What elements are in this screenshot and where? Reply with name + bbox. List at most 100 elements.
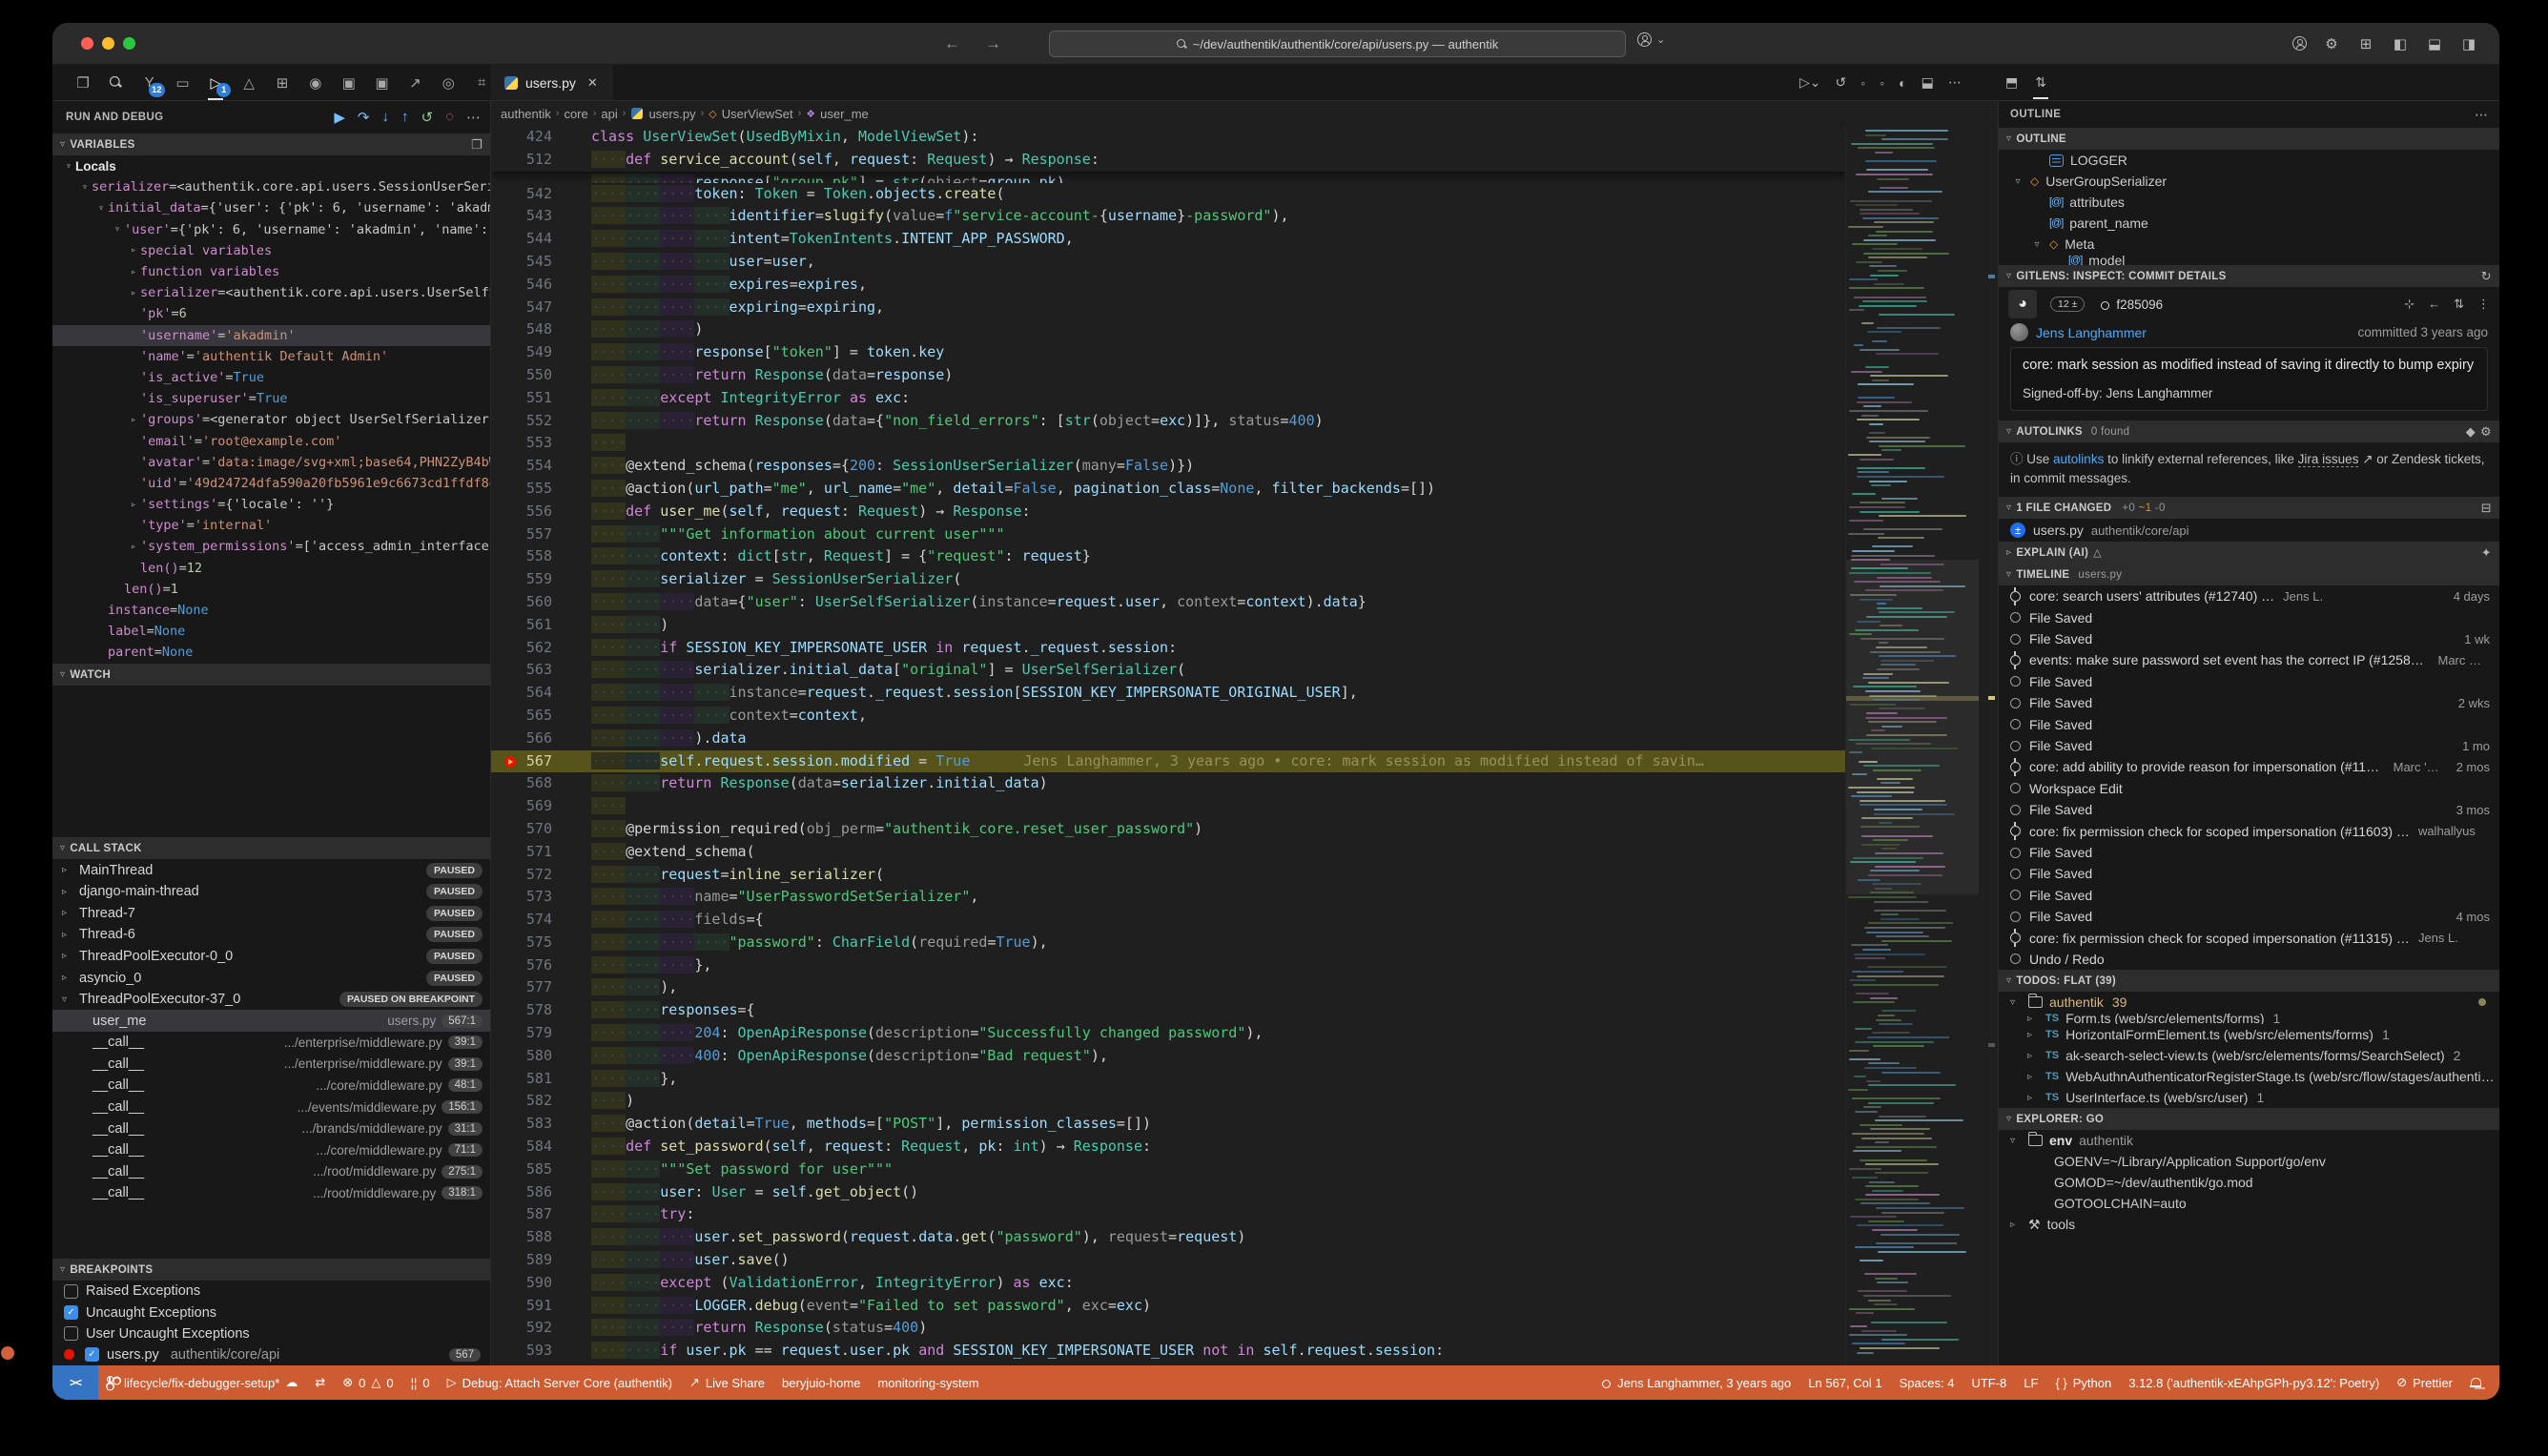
line-number[interactable]: 582 bbox=[491, 1090, 552, 1113]
line-number[interactable]: 573 bbox=[491, 886, 552, 909]
line-number[interactable]: 579 bbox=[491, 1022, 552, 1045]
tools-row[interactable]: ▹⚒tools bbox=[1999, 1214, 2499, 1235]
code-line[interactable]: 561········) bbox=[491, 614, 1998, 637]
variable-row[interactable]: ▹'settings' = {'locale': ''} bbox=[52, 494, 490, 515]
line-number[interactable]: 571 bbox=[491, 841, 552, 864]
settings-gear-icon[interactable]: ⚙ bbox=[2322, 35, 2341, 52]
code-line[interactable]: 584····def set_password(self, request: R… bbox=[491, 1136, 1998, 1159]
line-number[interactable]: 588 bbox=[491, 1226, 552, 1249]
variable-row[interactable]: ▿Locals bbox=[52, 155, 490, 176]
code-line[interactable]: ············response["group_pk"] = str(o… bbox=[491, 172, 1998, 183]
outline-item[interactable]: [@]attributes bbox=[1999, 192, 2499, 213]
variable-row[interactable]: ▿serializer = <authentik.core.api.users.… bbox=[52, 176, 490, 197]
restart-icon[interactable]: ↺ bbox=[421, 109, 434, 126]
section-call-stack[interactable]: ▿CALL STACK bbox=[52, 837, 490, 859]
line-number[interactable]: 550 bbox=[491, 364, 552, 387]
step-into-icon[interactable]: ↓ bbox=[382, 109, 390, 126]
line-number[interactable]: 549 bbox=[491, 341, 552, 364]
code-line[interactable]: 590········except (ValidationError, Inte… bbox=[491, 1272, 1998, 1295]
breadcrumb-item[interactable]: UserViewSet bbox=[722, 107, 793, 121]
section-gitlens[interactable]: ▿GITLENS: INSPECT: COMMIT DETAILS ↻ bbox=[1999, 265, 2499, 287]
pin-icon[interactable]: ⊹ bbox=[2404, 297, 2414, 312]
line-number[interactable]: 583 bbox=[491, 1113, 552, 1136]
breadcrumb-item[interactable]: user_me bbox=[820, 107, 869, 121]
line-number[interactable]: 586 bbox=[491, 1181, 552, 1204]
extensions-icon[interactable]: ⊞ bbox=[273, 72, 292, 93]
timeline-item[interactable]: File Saved bbox=[1999, 842, 2499, 863]
statusbar-beryjuio-home[interactable]: beryjuio-home bbox=[773, 1365, 869, 1400]
checkbox[interactable]: ✓ bbox=[85, 1347, 99, 1362]
statusbar-cursor-position[interactable]: Ln 567, Col 1 bbox=[1799, 1365, 1890, 1400]
code-line[interactable]: 512····def service_account(self, request… bbox=[491, 149, 1998, 172]
zoom-window-button[interactable] bbox=[123, 37, 135, 50]
section-autolinks[interactable]: ▿AUTOLINKS 0 found ◆ ⚙ bbox=[1999, 420, 2499, 442]
checkbox[interactable] bbox=[64, 1284, 78, 1299]
statusbar-encoding[interactable]: UTF-8 bbox=[1962, 1365, 2015, 1400]
code-line[interactable]: 585········"""Set password for user""" bbox=[491, 1159, 1998, 1181]
outline-item[interactable]: [@]model bbox=[1999, 255, 2499, 265]
timeline-item[interactable]: File Saved bbox=[1999, 713, 2499, 734]
breadcrumb[interactable]: authentik›core›api›users.py›◇UserViewSet… bbox=[491, 101, 1998, 126]
line-number[interactable]: 568 bbox=[491, 772, 552, 795]
toggle-secondary-sidebar-icon[interactable]: ◨ bbox=[2459, 35, 2478, 52]
outline-item[interactable]: [@]parent_name bbox=[1999, 213, 2499, 234]
todo-file-row[interactable]: ▹TSForm.ts (web/src/elements/forms)1 bbox=[1999, 1013, 2499, 1024]
code-line[interactable]: 564················instance=request._req… bbox=[491, 682, 1998, 705]
timeline-item[interactable]: File Saved1 mo bbox=[1999, 735, 2499, 756]
timeline-item[interactable]: File Saved2 wks bbox=[1999, 692, 2499, 713]
section-watch[interactable]: ▿WATCH bbox=[52, 664, 490, 686]
code-line[interactable]: 591············LOGGER.debug(event="Faile… bbox=[491, 1295, 1998, 1318]
section-todos[interactable]: ▿TODOS: FLAT (39) bbox=[1999, 970, 2499, 992]
call-stack-frame[interactable]: __call__.../core/middleware.py71:1 bbox=[52, 1139, 490, 1161]
line-number[interactable]: 546 bbox=[491, 274, 552, 297]
line-number[interactable]: 563 bbox=[491, 659, 552, 682]
call-stack-frame[interactable]: __call__.../events/middleware.py156:1 bbox=[52, 1097, 490, 1118]
code-line[interactable]: 569···· bbox=[491, 795, 1998, 818]
section-timeline[interactable]: ▿TIMELINE users.py bbox=[1999, 564, 2499, 585]
code-line[interactable]: 556····def user_me(self, request: Reques… bbox=[491, 501, 1998, 523]
remote-indicator[interactable]: >< bbox=[52, 1365, 98, 1400]
code-line[interactable]: 544················intent=TokenIntents.I… bbox=[491, 228, 1998, 251]
code-line[interactable]: 543················identifier=slugify(va… bbox=[491, 205, 1998, 228]
timeline-item[interactable]: File Saved1 wk bbox=[1999, 628, 2499, 649]
toggle-primary-sidebar-icon[interactable]: ◧ bbox=[2391, 35, 2410, 52]
more-actions-icon[interactable]: ⋯ bbox=[2475, 107, 2488, 123]
code-line[interactable]: 579············204: OpenApiResponse(desc… bbox=[491, 1022, 1998, 1045]
code-line[interactable]: 570····@permission_required(obj_perm="au… bbox=[491, 818, 1998, 841]
code-line[interactable]: 553···· bbox=[491, 432, 1998, 455]
timeline-item[interactable]: core: add ability to provide reason for … bbox=[1999, 756, 2499, 777]
code-line[interactable]: 566············).data bbox=[491, 728, 1998, 750]
gear-icon[interactable]: ⚙ bbox=[2480, 424, 2492, 440]
author-link[interactable]: Jens Langhammer bbox=[2036, 325, 2147, 340]
code-line[interactable]: 582····) bbox=[491, 1090, 1998, 1113]
breadcrumb-item[interactable]: api bbox=[601, 107, 617, 121]
breadcrumb-item[interactable]: users.py bbox=[648, 107, 695, 121]
section-variables[interactable]: ▿VARIABLES ❐ bbox=[52, 133, 490, 155]
line-number[interactable]: 574 bbox=[491, 909, 552, 932]
timeline-item[interactable]: events: make sure password set event has… bbox=[1999, 649, 2499, 670]
code-line[interactable]: 552············return Response(data={"no… bbox=[491, 410, 1998, 433]
call-stack-thread[interactable]: ▹django-main-threadPAUSED bbox=[52, 881, 490, 903]
line-number[interactable]: 555 bbox=[491, 478, 552, 501]
remote-explorer-icon[interactable]: ▭ bbox=[174, 72, 193, 93]
hierarchy-icon[interactable]: ⌗ bbox=[472, 72, 491, 93]
line-number[interactable]: 562 bbox=[491, 637, 552, 660]
code-line[interactable]: 542············token: Token = Token.obje… bbox=[491, 183, 1998, 206]
statusbar-line-blame[interactable]: Jens Langhammer, 3 years ago bbox=[1591, 1365, 1799, 1400]
extension-box2-icon[interactable]: ▣ bbox=[373, 72, 392, 93]
code-line[interactable]: 559········serializer = SessionUserSeria… bbox=[491, 568, 1998, 591]
call-stack-thread[interactable]: ▹MainThreadPAUSED bbox=[52, 859, 490, 881]
minimize-window-button[interactable] bbox=[102, 37, 114, 50]
code-line[interactable]: 546················expires=expires, bbox=[491, 274, 1998, 297]
env-var-row[interactable]: GOTOOLCHAIN=auto bbox=[1999, 1193, 2499, 1214]
variable-row[interactable]: label = None bbox=[52, 621, 490, 642]
statusbar-python-interpreter[interactable]: 3.12.8 ('authentik-xEAhpGPh-py3.12': Poe… bbox=[2120, 1365, 2388, 1400]
step-over-icon[interactable]: ↷ bbox=[358, 109, 370, 126]
testing-icon[interactable]: △ bbox=[239, 72, 258, 93]
code-line[interactable]: 593········if user.pk == request.user.pk… bbox=[491, 1340, 1998, 1363]
line-number[interactable]: 564 bbox=[491, 682, 552, 705]
statusbar-live-share[interactable]: ↗Live Share bbox=[681, 1365, 773, 1400]
code-line[interactable]: 568········return Response(data=serializ… bbox=[491, 772, 1998, 795]
code-line[interactable]: 586········user: User = self.get_object(… bbox=[491, 1181, 1998, 1204]
breakpoint-row[interactable]: ✓Uncaught Exceptions bbox=[52, 1302, 490, 1323]
